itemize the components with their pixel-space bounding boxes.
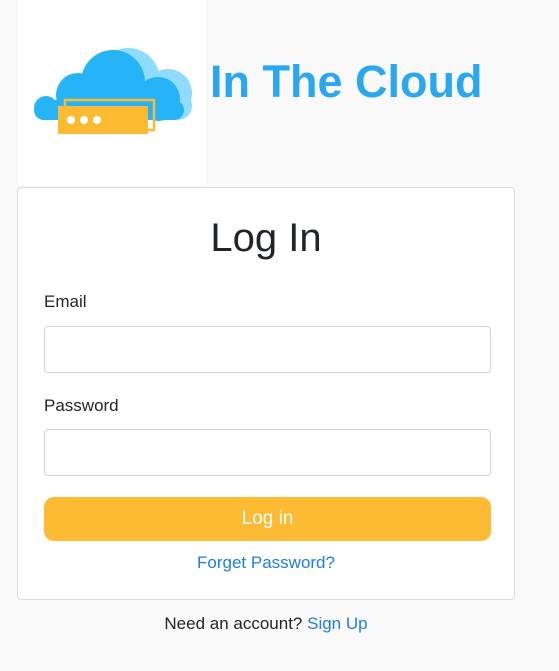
email-label: Email — [44, 292, 87, 311]
cloud-server-icon — [34, 48, 192, 134]
login-button[interactable]: Log in — [44, 497, 491, 541]
brand-title: In The Cloud — [210, 56, 483, 107]
signup-row: Need an account? Sign Up — [17, 613, 515, 635]
login-card: Log In Email Password Log in Forget Pass… — [17, 187, 515, 600]
password-label: Password — [44, 396, 119, 415]
login-heading: Log In — [210, 216, 322, 260]
forgot-password-link[interactable]: Forget Password? — [197, 553, 335, 572]
password-field[interactable] — [44, 429, 491, 476]
signup-link[interactable]: Sign Up — [307, 614, 367, 633]
signup-prompt: Need an account? — [164, 614, 308, 633]
email-field[interactable] — [44, 326, 491, 373]
forgot-password-row: Forget Password? — [18, 552, 514, 574]
login-page: In The Cloud Log In Email Password Log i… — [0, 0, 559, 671]
brand-logo — [18, 0, 206, 186]
